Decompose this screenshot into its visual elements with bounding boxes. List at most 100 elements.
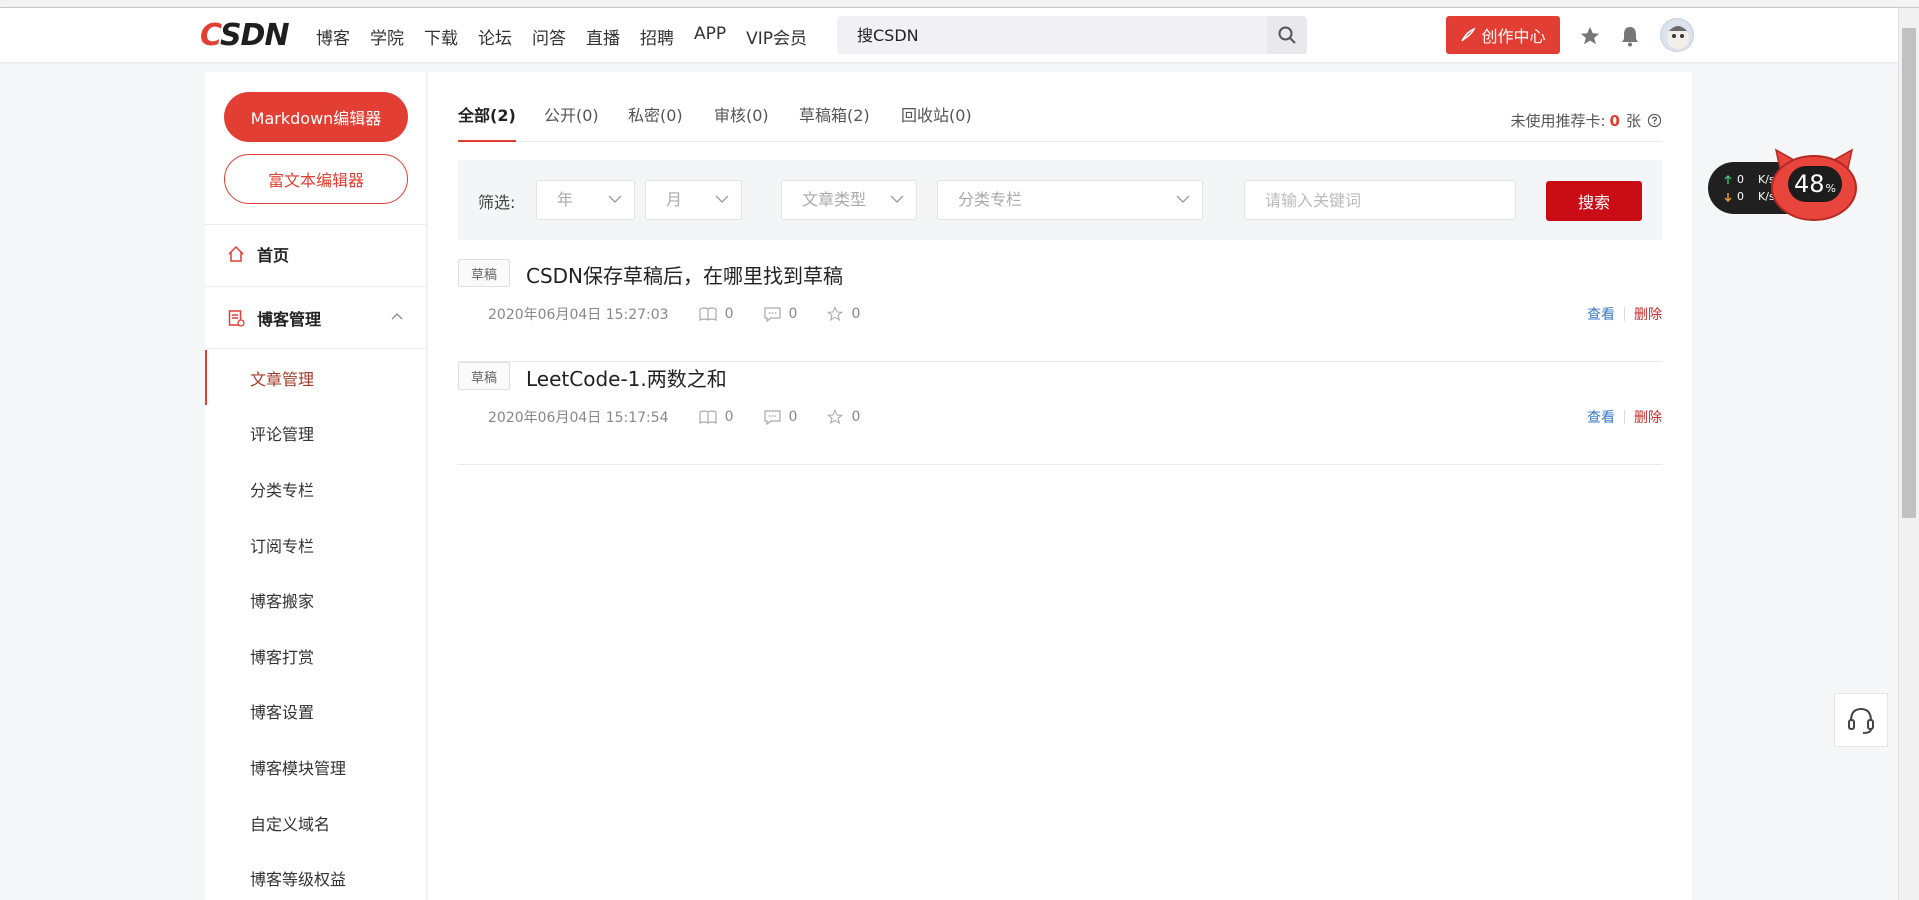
site-search [837, 16, 1307, 54]
month-select[interactable]: 月 [645, 180, 742, 220]
comment-icon [763, 409, 781, 425]
book-icon [698, 410, 717, 424]
article-actions: 查看 删除 [1587, 407, 1662, 427]
sidebar-item-custom-domain[interactable]: 自定义域名 [205, 795, 427, 850]
sidebar-item-blog-level-rights[interactable]: 博客等级权益 [205, 850, 427, 900]
nav-link-vip[interactable]: VIP会员 [746, 24, 807, 49]
star-outline-icon [827, 409, 844, 425]
quill-icon [1461, 27, 1477, 42]
window-top-strip [0, 0, 1919, 8]
csdn-logo[interactable]: CSDN [200, 18, 290, 53]
unused-card-count: 0 [1609, 111, 1620, 130]
comment-count: 0 [763, 306, 797, 322]
divider [205, 348, 427, 349]
book-icon [698, 307, 717, 321]
chevron-down-icon [715, 195, 729, 203]
sidebar-item-category-column[interactable]: 分类专栏 [205, 461, 427, 516]
nav-link-qa[interactable]: 问答 [532, 24, 566, 49]
draft-tag: 草稿 [458, 362, 510, 390]
search-button[interactable] [1267, 16, 1307, 54]
upload-speed: 0 K/s [1724, 173, 1775, 186]
tab-drafts[interactable]: 草稿箱(2) [799, 102, 870, 142]
star-count: 0 [827, 306, 860, 322]
article-title[interactable]: CSDN保存草稿后，在哪里找到草稿 [526, 260, 843, 289]
home-icon [228, 245, 244, 262]
document-list-icon [228, 310, 245, 327]
filter-search-button[interactable]: 搜索 [1546, 181, 1642, 221]
chevron-down-icon [890, 195, 904, 203]
arrow-down-icon [1724, 192, 1732, 202]
sidebar-item-article-management[interactable]: 文章管理 [205, 350, 427, 405]
sidebar-item-subscription-column[interactable]: 订阅专栏 [205, 517, 427, 572]
tab-public[interactable]: 公开(0) [544, 102, 599, 142]
creation-center-button[interactable]: 创作中心 [1446, 16, 1560, 54]
unused-card-label: 未使用推荐卡: [1510, 112, 1606, 130]
help-icon[interactable] [1647, 113, 1662, 128]
article-actions: 查看 删除 [1587, 304, 1662, 324]
user-avatar[interactable] [1660, 18, 1694, 52]
tab-review[interactable]: 审核(0) [714, 102, 769, 142]
nav-link-live[interactable]: 直播 [586, 24, 620, 49]
comment-icon [763, 306, 781, 322]
customer-support-button[interactable] [1834, 693, 1888, 747]
sidebar-item-home[interactable]: 首页 [205, 224, 427, 284]
category-column-select[interactable]: 分类专栏 [937, 180, 1203, 220]
chevron-up-icon [391, 313, 403, 320]
draft-tag: 草稿 [458, 259, 510, 287]
nav-link-academy[interactable]: 学院 [370, 24, 404, 49]
article-type-select[interactable]: 文章类型 [781, 180, 917, 220]
sidebar-item-blog-module-management[interactable]: 博客模块管理 [205, 739, 427, 794]
unused-recommend-card: 未使用推荐卡: 0 张 [1510, 110, 1662, 131]
star-count: 0 [827, 409, 860, 425]
divider [1624, 410, 1625, 424]
article-meta: 2020年06月04日 15:17:54 0 0 0 [488, 407, 860, 427]
read-count: 0 [698, 306, 734, 322]
article-row: 草稿 CSDN保存草稿后，在哪里找到草稿 2020年06月04日 15:27:0… [458, 259, 1662, 362]
article-meta: 2020年06月04日 15:27:03 0 0 0 [488, 304, 860, 324]
tab-recycle-bin[interactable]: 回收站(0) [901, 102, 972, 142]
search-input[interactable] [837, 16, 1267, 54]
sidebar-item-blog-settings[interactable]: 博客设置 [205, 683, 427, 738]
scrollbar-thumb[interactable] [1902, 28, 1916, 518]
nav-link-download[interactable]: 下载 [424, 24, 458, 49]
sidebar-item-blog-reward[interactable]: 博客打赏 [205, 628, 427, 683]
nav-link-blog[interactable]: 博客 [316, 24, 350, 49]
notification-bell-icon[interactable] [1618, 24, 1642, 48]
page-scrollbar[interactable] [1898, 8, 1919, 900]
divider [205, 286, 427, 287]
sidebar-item-blog-migration[interactable]: 博客搬家 [205, 572, 427, 627]
tab-all[interactable]: 全部(2) [458, 102, 516, 142]
nav-link-app[interactable]: APP [694, 24, 726, 49]
view-link[interactable]: 查看 [1587, 407, 1615, 427]
nav-link-jobs[interactable]: 招聘 [640, 24, 674, 49]
chevron-down-icon [608, 195, 622, 203]
main-content: 全部(2) 公开(0) 私密(0) 审核(0) 草稿箱(2) 回收站(0) 未使… [428, 72, 1692, 900]
year-select[interactable]: 年 [536, 180, 635, 220]
chevron-down-icon [1176, 195, 1190, 203]
article-date: 2020年06月04日 15:27:03 [488, 307, 669, 323]
favorites-star-icon[interactable] [1578, 24, 1602, 48]
sidebar-item-comment-management[interactable]: 评论管理 [205, 405, 427, 460]
rich-text-editor-button[interactable]: 富文本编辑器 [224, 154, 408, 204]
article-title[interactable]: LeetCode-1.两数之和 [526, 363, 727, 392]
top-navbar: CSDN 博客 学院 下载 论坛 问答 直播 招聘 APP VIP会员 创作中心 [0, 8, 1898, 62]
tab-private[interactable]: 私密(0) [628, 102, 683, 142]
article-date: 2020年06月04日 15:17:54 [488, 410, 669, 426]
filter-bar: 筛选: 年 月 文章类型 分类专栏 搜索 [458, 160, 1662, 240]
delete-link[interactable]: 删除 [1634, 407, 1662, 427]
markdown-editor-button[interactable]: Markdown编辑器 [224, 92, 408, 142]
nav-link-forum[interactable]: 论坛 [478, 24, 512, 49]
arrow-up-icon [1724, 174, 1732, 184]
search-icon [1278, 26, 1296, 44]
download-speed: 0 K/s [1724, 190, 1775, 203]
sidebar-group-blog-management[interactable]: 博客管理 [205, 288, 427, 348]
view-link[interactable]: 查看 [1587, 304, 1615, 324]
unused-card-unit: 张 [1625, 112, 1641, 130]
delete-link[interactable]: 删除 [1634, 304, 1662, 324]
keyword-input[interactable] [1244, 180, 1516, 220]
filter-label: 筛选: [478, 193, 516, 212]
star-outline-icon [827, 306, 844, 322]
read-count: 0 [698, 409, 734, 425]
article-tabs: 全部(2) 公开(0) 私密(0) 审核(0) 草稿箱(2) 回收站(0) [458, 102, 1662, 142]
article-row: 草稿 LeetCode-1.两数之和 2020年06月04日 15:17:54 … [458, 362, 1662, 465]
